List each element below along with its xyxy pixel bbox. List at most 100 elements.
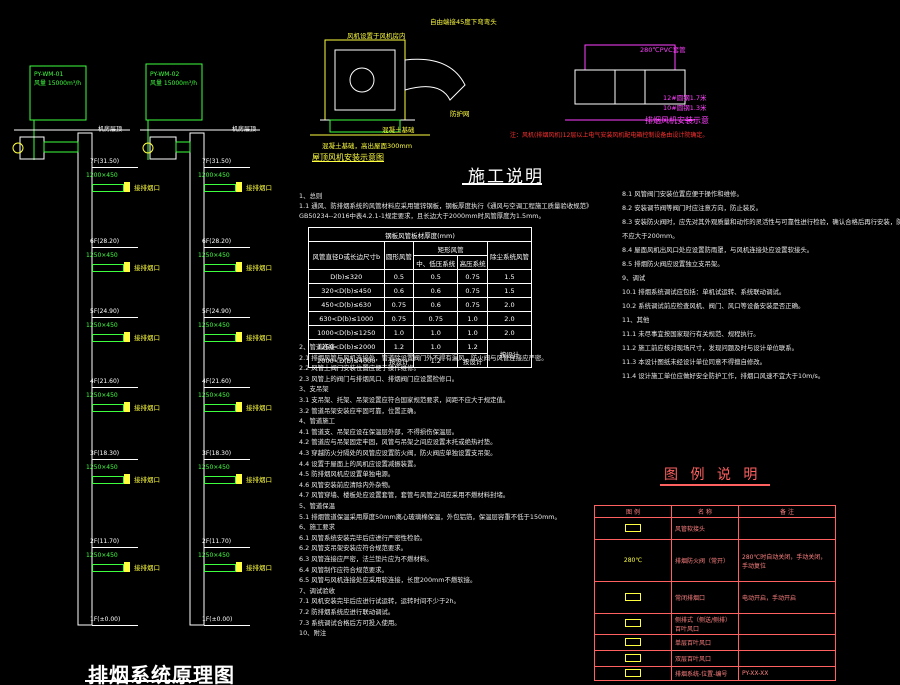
spec-cell: 320<D(b)≤450 [308,283,385,298]
note-right-3: 不应大于200mm。 [622,232,679,240]
legend-swatch-icon [625,619,641,627]
duct-size: 1250×450 [198,552,230,559]
note-left-19: 5.1 排烟管道保温采用厚度50mm离心玻璃棉保温，外包铝箔，保温层容重不低于1… [299,512,561,521]
valve-length-2: 10#圆钢1.3米 [663,104,707,112]
note-right-11: 11.2 施工前应核对现场尺寸，发现问题及时与设计单位联系。 [622,344,799,352]
spec-cell: 0.75 [457,283,488,298]
exhaust-outlet-label: 接排烟口 [246,404,272,412]
branch-duct [92,404,124,412]
spec-cell: 按设计 [383,353,415,368]
roof-fan-left [19,136,45,160]
exhaust-outlet-icon [236,262,242,272]
spec-cell: 1.0 [457,325,488,340]
floor-line [204,625,250,626]
exhaust-outlet-label: 接排烟口 [246,564,272,572]
legend-cell: 侧排式（侧送/侧排）百叶风口 [671,613,739,635]
note-right-12: 11.3 本设计图纸未经设计单位同意不得擅自修改。 [622,358,767,366]
note-left-9: 3.2 管道吊架安装应牢固可靠，位置正确。 [299,406,420,415]
floor-line [204,247,250,248]
elbow-label: 自由端接45度下弯弯头 [430,18,497,26]
exhaust-outlet-icon [236,562,242,572]
legend-cell [738,517,836,540]
floor-line [92,167,138,168]
tag-left-flow: 风量 15000m³/h [34,80,82,87]
floor-line [204,547,250,548]
exhaust-outlet-icon [236,402,242,412]
exhaust-outlet-label: 接排烟口 [246,476,272,484]
exhaust-outlet-icon [124,332,130,342]
spec-row: 1000<D(b)≤1250 1.0 1.0 1.0 2.0 [308,325,533,340]
spec-body: D(b)≤320 0.5 0.5 0.75 1.5 320<D(b)≤450 0.6 0.6 0… [308,269,533,368]
legend-symbol: 280℃ [594,539,672,582]
note-left-7: 3、支吊架 [299,385,329,394]
schematic-title-underline [85,680,197,682]
legend-cell: 双层百叶风口 [671,650,739,667]
tag-right-id: PY-WM-02 [150,71,180,78]
spec-h4: 除尘系统风管 [486,241,533,270]
duct-size: 1250×450 [198,322,230,329]
legend-cell: PY-XX-XX [738,666,836,681]
note-left-30: 10、附注 [299,629,327,638]
roof-fan-detail [310,39,466,136]
note-right-8: 10.2 系统调试前应检查风机、阀门、风口等设备安装是否正确。 [622,302,805,310]
exhaust-outlet-label: 接排烟口 [246,334,272,342]
spec-cell: 0.6 [413,297,459,312]
floor-label: 6F(28.20) [202,238,232,245]
floor-line [92,625,138,626]
legend-symbol [594,517,672,540]
cad-drawing-canvas[interactable]: PY-WM-01 风量 15000m³/h PY-WM-02 风量 15000m… [0,0,900,685]
fan-top-label: 风机设置于风机房内 [347,32,406,40]
note-right-7: 10.1 排烟系统调试应包括：单机试运转、系统联动调试。 [622,288,786,296]
legend-cell: 风管软接头 [671,517,739,540]
legend-cell [738,613,836,635]
note-left-23: 6.3 风管连接应严密，法兰垫片应为不燃材料。 [299,555,433,563]
exhaust-outlet-label: 接排烟口 [134,334,160,342]
floor-label: 1F(±0.00) [202,616,233,623]
spec-cell: 2.0 [486,311,533,326]
roof-label-left: 机房层顶 [98,126,123,133]
legend-cell [738,650,836,667]
legend-swatch-icon [625,592,641,601]
spec-cell: 1.5 [486,269,533,284]
duct-size: 1250×450 [86,392,118,399]
legend-symbol-label: 280℃ [623,557,643,564]
legend-title-underline [660,484,770,486]
spec-caption: 钢板风管板材厚度(mm) [308,227,532,242]
note-right-2: 8.3 安装防火阀时，应先对其外观质量和动作的灵活性与可靠性进行检验，确认合格后… [622,218,900,226]
floor-line [92,247,138,248]
floor-label: 4F(21.60) [202,378,232,385]
floor-line [92,387,138,388]
duct-size: 1250×450 [86,464,118,471]
branch-duct [204,404,236,412]
floor-line [204,167,250,168]
exhaust-outlet-icon [124,182,130,192]
spec-h1: 圆形风管 [383,241,415,270]
note-left-24: 6.4 风管制作应符合规范要求。 [299,565,388,574]
spec-cell: 0.6 [383,283,415,298]
note-left-13: 4.3 穿越防火分隔处的风管应设置防火阀，防火阀应单独设置支吊架。 [299,449,497,457]
spec-cell: 0.5 [383,269,415,284]
legend-h1: 名 称 [671,505,739,518]
exhaust-outlet-icon [124,402,130,412]
exhaust-outlet-icon [124,474,130,484]
spec-cell: 1.2 [383,339,415,354]
legend-symbol [594,613,672,635]
spec-cell: 1.5 [486,283,533,298]
branch-duct [204,264,236,272]
spec-h0: 风管直径D或长边尺寸b [308,241,385,270]
legend-row: 风管软接头 [594,517,836,540]
floor-label: 3F(18.30) [90,450,120,457]
duct-size: 1250×450 [86,552,118,559]
duct-size: 1250×450 [198,252,230,259]
spec-h2: 中、低压系统 [413,255,459,270]
legend-row: 排烟系统-位置-编号 PY-XX-XX [594,666,836,681]
legend-h0: 图 例 [594,505,672,518]
note-left-18: 5、管道保温 [299,502,336,510]
notes-title-underline [462,183,542,185]
exhaust-outlet-icon [124,262,130,272]
note-right-13: 11.4 设计施工单位应做好安全防护工作，排烟口风速不宜大于10m/s。 [622,372,825,380]
legend-swatch-icon [625,523,641,532]
legend-cell: 常闭排烟口 [671,581,739,614]
tag-left: PY-WM-01 风量 15000m³/h [34,70,81,88]
base-label: 混凝土基础 [382,126,415,134]
